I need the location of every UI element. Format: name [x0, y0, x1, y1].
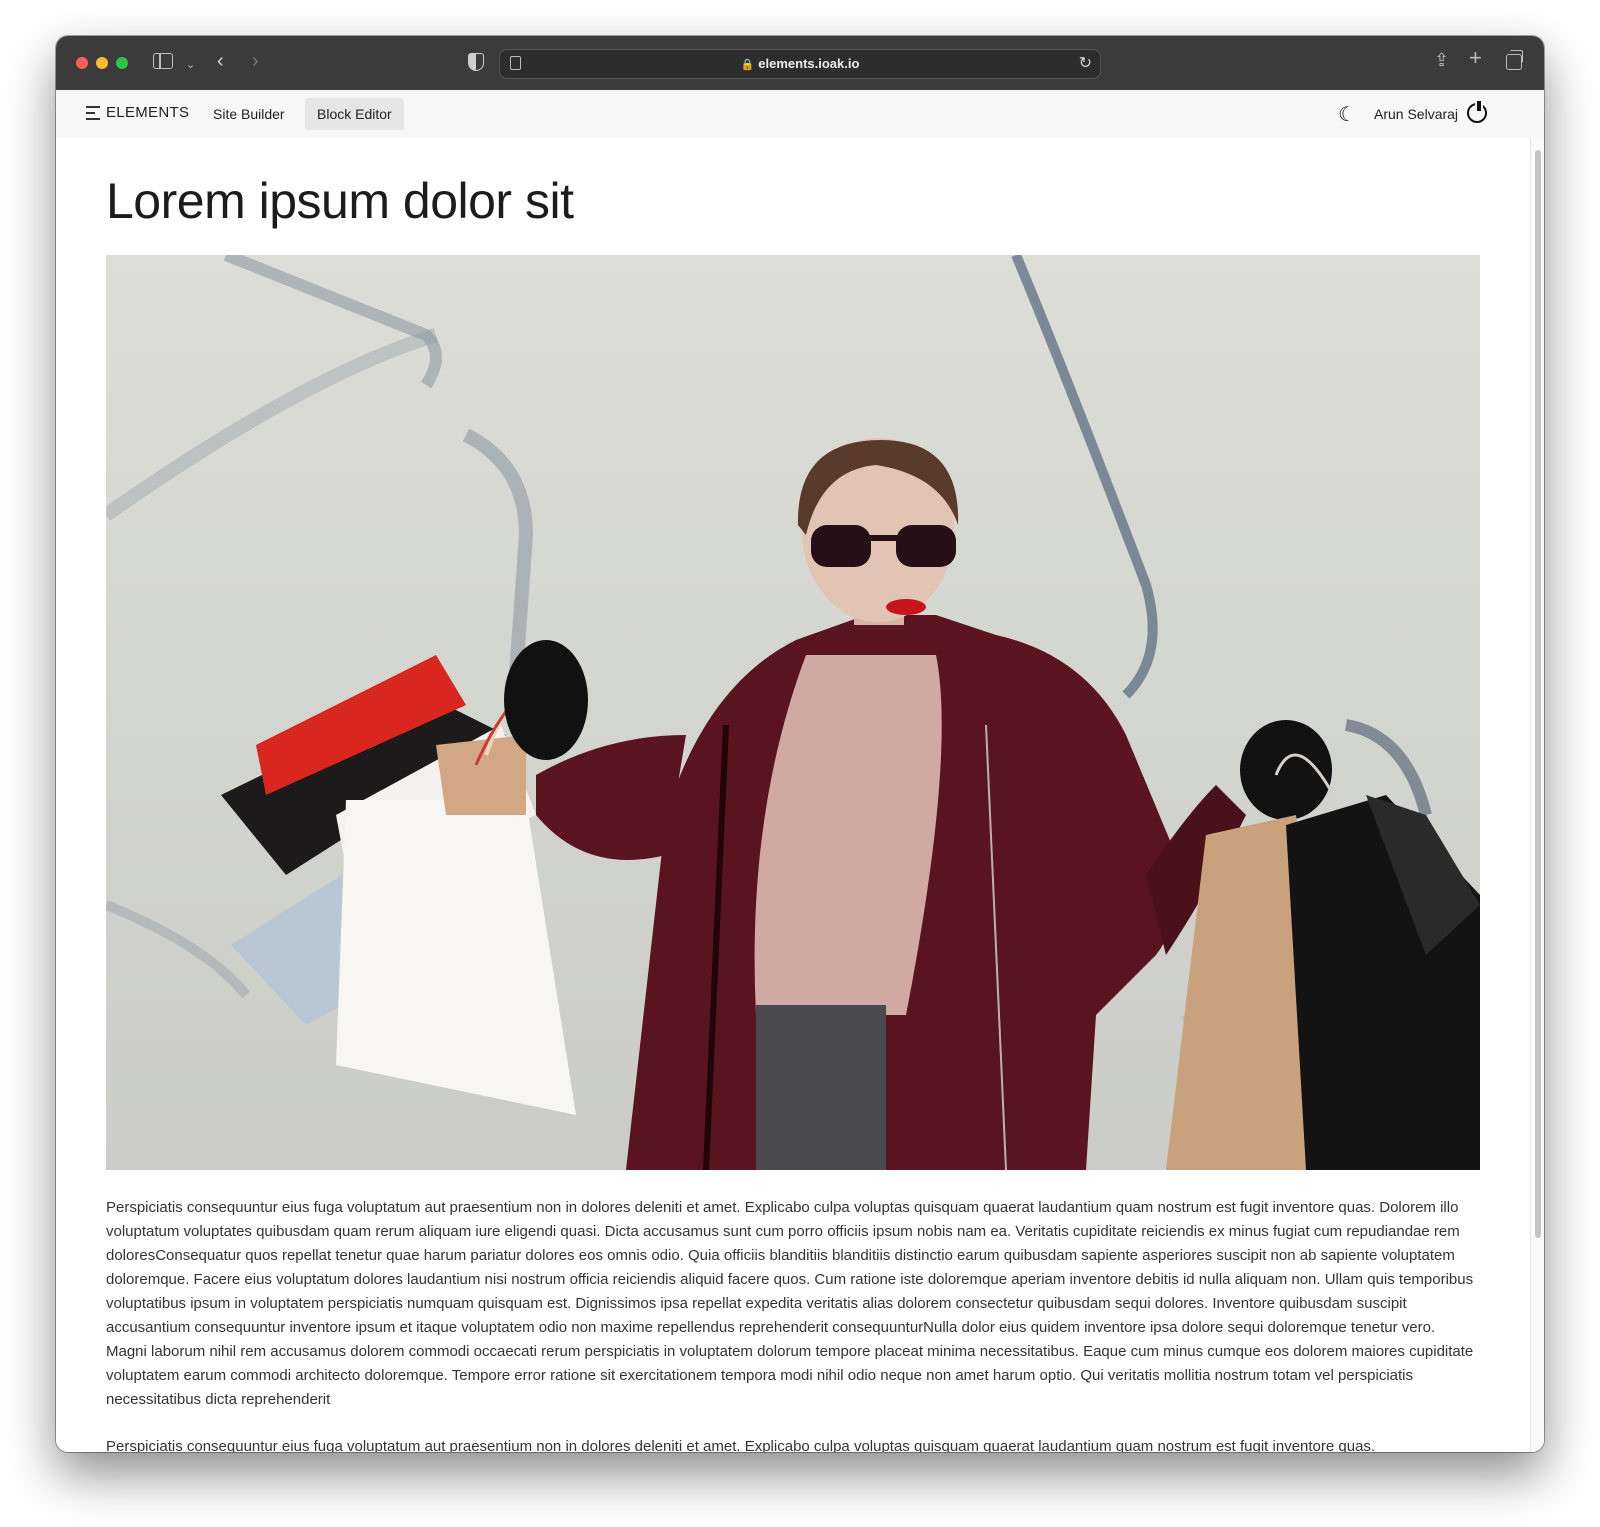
page-title: Lorem ipsum dolor sit [106, 173, 574, 229]
browser-window: ⌄ ‹ › 🔒 elements.ioak.io ↻ ⇪ + ELEMENTS S… [56, 36, 1544, 1452]
tab-overview-icon[interactable] [1506, 50, 1523, 70]
body-paragraph: Perspiciatis consequuntur eius fuga volu… [106, 1438, 1376, 1452]
black-bag-right [1286, 795, 1480, 1170]
bg-stripe [106, 328, 439, 521]
user-name: Arun Selvaraj [1374, 106, 1459, 122]
privacy-shield-icon[interactable] [468, 53, 484, 71]
skirt [756, 1005, 886, 1170]
minimize-window-button[interactable] [96, 57, 108, 69]
hamburger-icon[interactable] [86, 106, 100, 122]
sunglasses-left [811, 525, 871, 567]
app-navbar: ELEMENTS Site Builder Block Editor ☾ Aru… [56, 90, 1544, 138]
sunglasses-right [896, 525, 956, 567]
moon-icon[interactable]: ☾ [1338, 102, 1356, 127]
reload-icon[interactable]: ↻ [1079, 53, 1092, 73]
back-arrow-icon[interactable]: ‹ [217, 51, 224, 71]
nav-block-editor[interactable]: Block Editor [305, 98, 404, 130]
chevron-down-icon[interactable]: ⌄ [186, 55, 195, 75]
bg-stripe [223, 255, 442, 389]
zoom-window-button[interactable] [116, 57, 128, 69]
browser-toolbar: ⌄ ‹ › 🔒 elements.ioak.io ↻ ⇪ + [56, 36, 1544, 90]
share-icon[interactable]: ⇪ [1434, 50, 1449, 70]
close-window-button[interactable] [76, 57, 88, 69]
sidebar-toggle-icon[interactable] [153, 53, 173, 69]
brand-logo[interactable]: ELEMENTS [106, 104, 189, 121]
kraft-bag [436, 735, 526, 815]
sunglasses-bridge [866, 535, 900, 541]
power-icon[interactable] [1467, 101, 1487, 123]
white-bag [336, 800, 576, 1115]
left-glove [504, 640, 588, 760]
page-viewport: ELEMENTS Site Builder Block Editor ☾ Aru… [56, 90, 1544, 1452]
hero-image [106, 255, 1480, 1170]
lips [886, 599, 926, 615]
bg-stripe [106, 900, 250, 999]
bg-stripe [462, 428, 534, 676]
address-bar[interactable]: 🔒 elements.ioak.io ↻ [499, 49, 1101, 79]
new-tab-icon[interactable]: + [1469, 47, 1482, 69]
forward-arrow-icon[interactable]: › [252, 51, 259, 71]
nav-site-builder[interactable]: Site Builder [201, 98, 297, 130]
bg-stripe [1011, 255, 1158, 699]
scrollbar[interactable] [1530, 138, 1544, 1452]
scrollbar-thumb[interactable] [1535, 150, 1541, 1238]
lock-icon: 🔒 [740, 59, 755, 71]
hero-illustration [106, 255, 1480, 1170]
url-text: elements.ioak.io [758, 56, 860, 71]
body-paragraph: Perspiciatis consequuntur eius fuga volu… [106, 1199, 1474, 1408]
